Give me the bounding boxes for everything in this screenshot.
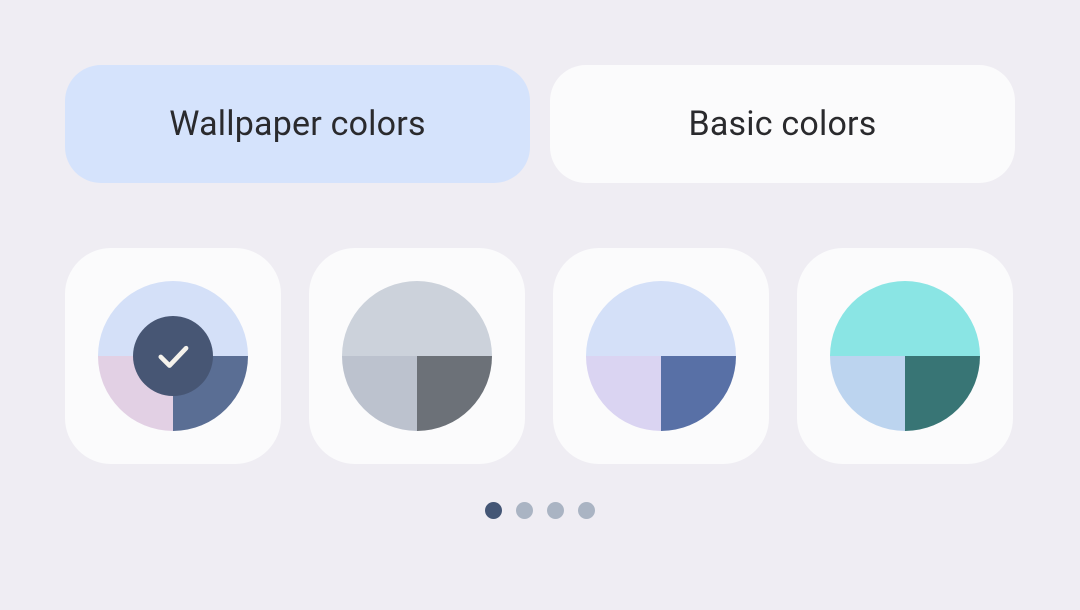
color-preview-circle (586, 281, 736, 431)
swatch-bl-color (342, 356, 417, 431)
color-preview-circle (830, 281, 980, 431)
swatch-br-color (417, 356, 492, 431)
swatch-top-color (586, 281, 736, 356)
page-dot-2[interactable] (547, 502, 564, 519)
swatch-br-color (661, 356, 736, 431)
color-swatch-3[interactable] (797, 248, 1013, 464)
page-dot-3[interactable] (578, 502, 595, 519)
swatch-br-color (905, 356, 980, 431)
color-preview-circle (342, 281, 492, 431)
color-swatch-1[interactable] (309, 248, 525, 464)
color-swatch-0[interactable] (65, 248, 281, 464)
page-dot-0[interactable] (485, 502, 502, 519)
pagination-dots (65, 502, 1015, 519)
swatch-top-color (830, 281, 980, 356)
swatch-bl-color (830, 356, 905, 431)
tab-wallpaper-colors[interactable]: Wallpaper colors (65, 65, 530, 183)
page-dot-1[interactable] (516, 502, 533, 519)
tab-basic-colors[interactable]: Basic colors (550, 65, 1015, 183)
check-icon (152, 335, 194, 377)
selected-badge (133, 316, 213, 396)
swatch-bl-color (586, 356, 661, 431)
swatch-top-color (342, 281, 492, 356)
color-swatch-2[interactable] (553, 248, 769, 464)
color-swatch-row (65, 248, 1015, 464)
color-source-tabs: Wallpaper colors Basic colors (65, 65, 1015, 183)
